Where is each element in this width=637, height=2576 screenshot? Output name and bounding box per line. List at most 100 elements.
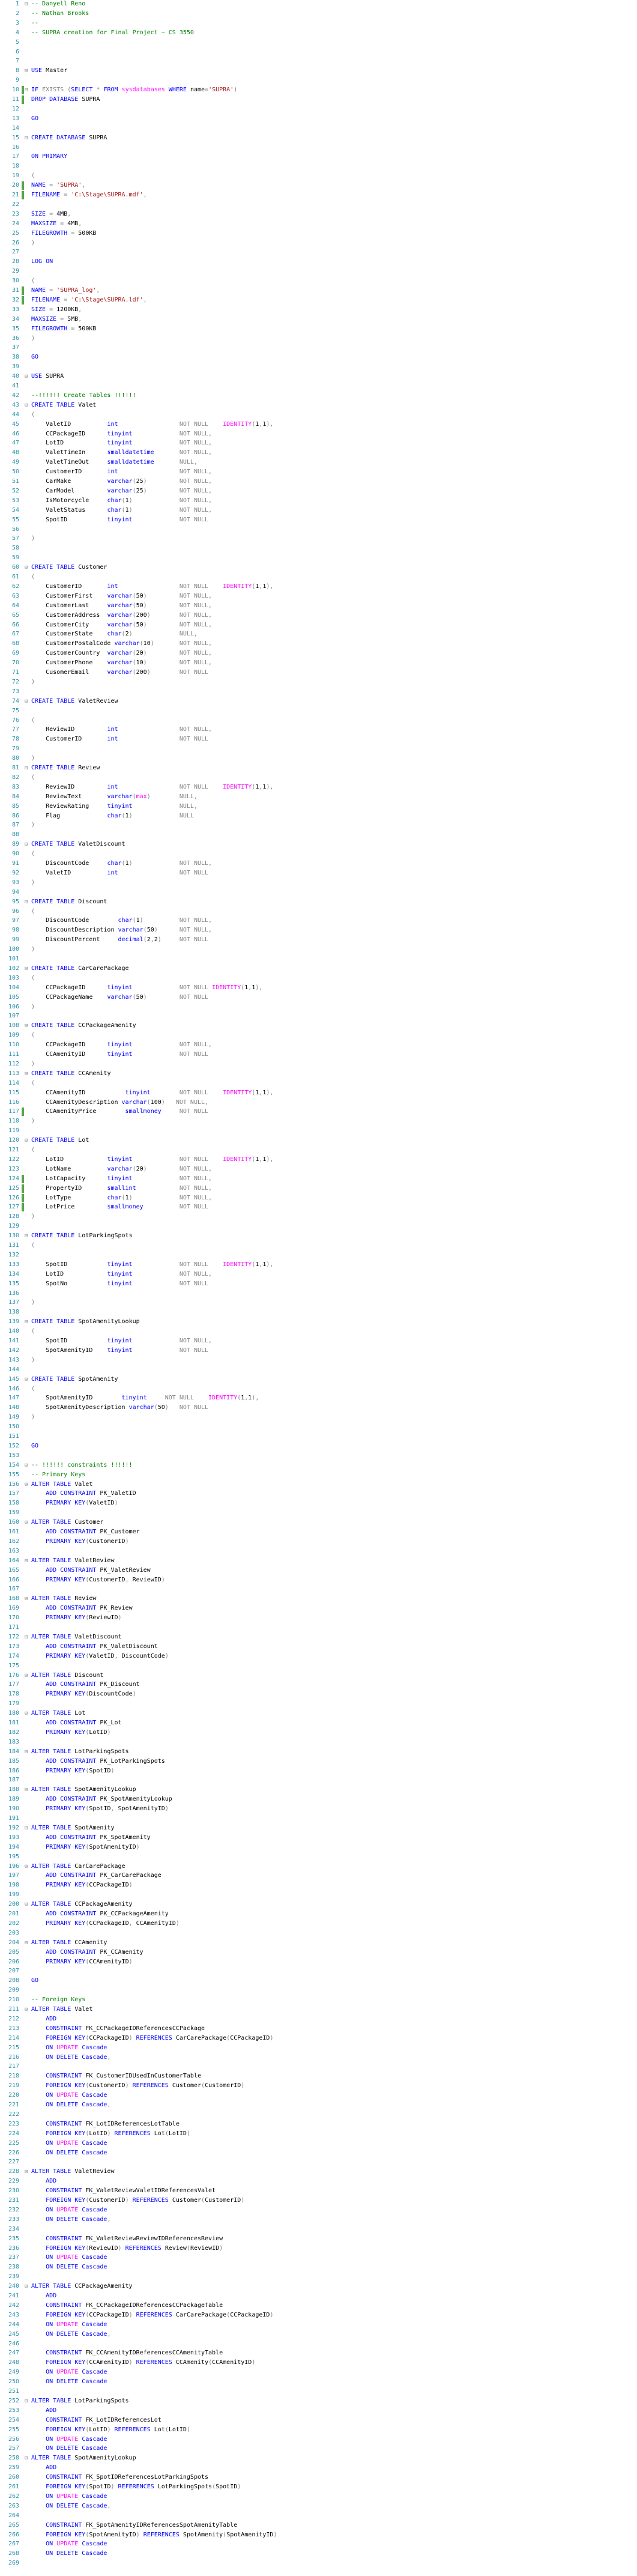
code-line[interactable]: 214 FOREIGN KEY(CCPackageID) REFERENCES … [0,2034,637,2043]
code-line[interactable]: 204 ⊟ ALTER TABLE CCAmenity [0,1939,637,1947]
code-line[interactable]: 45 ValetID int NOT NULL IDENTITY(1,1), [0,420,637,429]
collapse-icon[interactable]: ⊟ [25,0,30,8]
code-line[interactable]: 251 [0,2387,637,2396]
code-line[interactable]: 161 ADD CONSTRAINT PK_Customer [0,1528,637,1536]
code-line[interactable]: 25 FILEGROWTH = 500KB [0,229,637,238]
code-line[interactable]: 159 [0,1509,637,1517]
code-line[interactable]: 104 CCPackageID tinyint NOT NULL IDENTIT… [0,984,637,992]
code-line[interactable]: 79 [0,745,637,753]
code-line[interactable]: 194 PRIMARY KEY(SpotAmenityID) [0,1843,637,1852]
code-line[interactable]: 156 ⊟ ALTER TABLE Valet [0,1480,637,1489]
code-line[interactable]: 134 LotID tinyint NOT NULL, [0,1270,637,1279]
code-line[interactable]: 24 MAXSIZE = 4MB, [0,220,637,228]
code-line[interactable]: 68 CustomerPostalCode varchar(10) NOT NU… [0,640,637,648]
collapse-icon[interactable]: ⊟ [25,1480,30,1489]
code-line[interactable]: 69 CustomerCountry varchar(20) NOT NULL, [0,649,637,658]
code-line[interactable]: 39 [0,363,637,371]
collapse-icon[interactable]: ⊟ [25,764,30,772]
code-line[interactable]: 121( [0,1146,637,1154]
code-line[interactable]: 145 ⊟ CREATE TABLE SpotAmenity [0,1375,637,1384]
code-line[interactable]: 2 -- Nathan Brooks [0,10,637,18]
code-line[interactable]: 21 FILENAME = 'C:\Stage\SUPRA.mdf', [0,191,637,199]
code-line[interactable]: 264 [0,2512,637,2520]
code-line[interactable]: 38 GO [0,353,637,362]
code-line[interactable]: 35 FILEGROWTH = 500KB [0,325,637,333]
collapse-icon[interactable]: ⊟ [25,1136,30,1145]
code-line[interactable]: 245 ON DELETE Cascade, [0,2330,637,2339]
code-line[interactable]: 111 CCAmenityID tinyint NOT NULL [0,1050,637,1059]
code-line[interactable]: 239 [0,2273,637,2281]
code-line[interactable]: 170 PRIMARY KEY(ReviewID) [0,1614,637,1622]
code-line[interactable]: 80) [0,754,637,763]
code-line[interactable]: 158 PRIMARY KEY(ValetID) [0,1499,637,1508]
code-line[interactable]: 135 SpotNo tinyint NOT NULL [0,1280,637,1288]
code-line[interactable]: 11 DROP DATABASE SUPRA [0,95,637,104]
code-line[interactable]: 115 CCAmenityID tinyint NOT NULL IDENTIT… [0,1089,637,1097]
code-line[interactable]: 174 PRIMARY KEY(ValetID, DiscountCode) [0,1652,637,1661]
code-line[interactable]: 163 [0,1547,637,1556]
collapse-icon[interactable]: ⊟ [25,965,30,973]
code-line[interactable]: 96( [0,908,637,916]
code-line[interactable]: 97 DiscountCode char(1) NOT NULL, [0,917,637,925]
code-line[interactable]: 143) [0,1356,637,1365]
code-line[interactable]: 244 ON UPDATE Cascade [0,2321,637,2329]
code-line[interactable]: 203 [0,1929,637,1938]
code-line[interactable]: 152 GO [0,1442,637,1450]
code-line[interactable]: 210 -- Foreign Keys [0,1996,637,2004]
code-line[interactable]: 150 [0,1423,637,1431]
code-line[interactable]: 53 IsMotorcycle char(1) NOT NULL, [0,497,637,505]
code-line[interactable]: 181 ADD CONSTRAINT PK_Lot [0,1719,637,1727]
code-line[interactable]: 185 ADD CONSTRAINT PK_LotParkingSpots [0,1757,637,1766]
code-line[interactable]: 200 ⊟ ALTER TABLE CCPackageAmenity [0,1900,637,1909]
code-line[interactable]: 218 CONSTRAINT FK_CustomerIDUsedInCustom… [0,2072,637,2080]
code-line[interactable]: 62 CustomerID int NOT NULL IDENTITY(1,1)… [0,583,637,591]
code-line[interactable]: 141 SpotID tinyint NOT NULL, [0,1337,637,1345]
code-line[interactable]: 31 NAME = 'SUPRA_log', [0,286,637,295]
code-line[interactable]: 73 [0,688,637,696]
code-line[interactable]: 87) [0,821,637,829]
code-line[interactable]: 172 ⊟ ALTER TABLE ValetDiscount [0,1633,637,1641]
code-line[interactable]: 127 LotPrice smallmoney NOT NULL [0,1203,637,1212]
code-line[interactable]: 106) [0,1003,637,1011]
code-line[interactable]: 166 PRIMARY KEY(CustomerID, ReviewID) [0,1576,637,1584]
code-line[interactable]: 19( [0,172,637,180]
code-line[interactable]: 215 ON UPDATE Cascade [0,2044,637,2052]
collapse-icon[interactable]: ⊟ [25,2168,30,2176]
code-line[interactable]: 242 CONSTRAINT FK_CCPackageIDReferencesC… [0,2302,637,2310]
collapse-icon[interactable]: ⊟ [25,1939,30,1947]
code-line[interactable]: 209 [0,1986,637,1995]
code-line[interactable]: 263 ON DELETE Cascade, [0,2502,637,2511]
code-line[interactable]: 226 ON DELETE Cascade [0,2149,637,2157]
code-line[interactable]: 178 PRIMARY KEY(DiscountCode) [0,1690,637,1699]
code-line[interactable]: 14 [0,124,637,133]
code-line[interactable]: 37 [0,344,637,352]
code-line[interactable]: 23 SIZE = 4MB, [0,210,637,219]
code-line[interactable]: 222 [0,2111,637,2119]
code-line[interactable]: 232 ON UPDATE Cascade [0,2206,637,2214]
code-line[interactable]: 247 CONSTRAINT FK_CCAmenityIDReferencesC… [0,2349,637,2357]
code-line[interactable]: 190 PRIMARY KEY(SpotID, SpotAmenityID) [0,1805,637,1813]
collapse-icon[interactable]: ⊟ [25,1900,30,1909]
code-line[interactable]: 137) [0,1299,637,1307]
code-line[interactable]: 67 CustomerState char(2) NULL, [0,630,637,638]
code-line[interactable]: 40 ⊟ USE SUPRA [0,372,637,381]
code-line[interactable]: 160 ⊟ ALTER TABLE Customer [0,1518,637,1527]
code-line[interactable]: 248 FOREIGN KEY(CCAmenityID) REFERENCES … [0,2359,637,2367]
code-line[interactable]: 20 NAME = 'SUPRA', [0,181,637,190]
code-line[interactable]: 265 CONSTRAINT FK_SpotAmenityIDReference… [0,2521,637,2530]
code-line[interactable]: 197 ADD CONSTRAINT PK_CarCarePackage [0,1871,637,1880]
code-line[interactable]: 253 ADD [0,2407,637,2415]
code-line[interactable]: 82( [0,774,637,782]
code-line[interactable]: 208 GO [0,1977,637,1985]
collapse-icon[interactable]: ⊟ [25,372,30,381]
code-line[interactable]: 71 CusomerEmail varchar(200) NOT NULL [0,668,637,677]
code-line[interactable]: 28 LOG ON [0,258,637,266]
code-line[interactable]: 56 [0,526,637,534]
code-line[interactable]: 30( [0,277,637,285]
code-line[interactable]: 27 [0,248,637,256]
code-line[interactable]: 51 CarMake varchar(25) NOT NULL, [0,477,637,486]
collapse-icon[interactable]: ⊟ [25,1786,30,1794]
code-line[interactable]: 221 ON DELETE Cascade, [0,2101,637,2109]
code-line[interactable]: 236 FOREIGN KEY(ReviewID) REFERENCES Rev… [0,2244,637,2253]
code-line[interactable]: 148 SpotAmenityDescription varchar(50) N… [0,1404,637,1412]
